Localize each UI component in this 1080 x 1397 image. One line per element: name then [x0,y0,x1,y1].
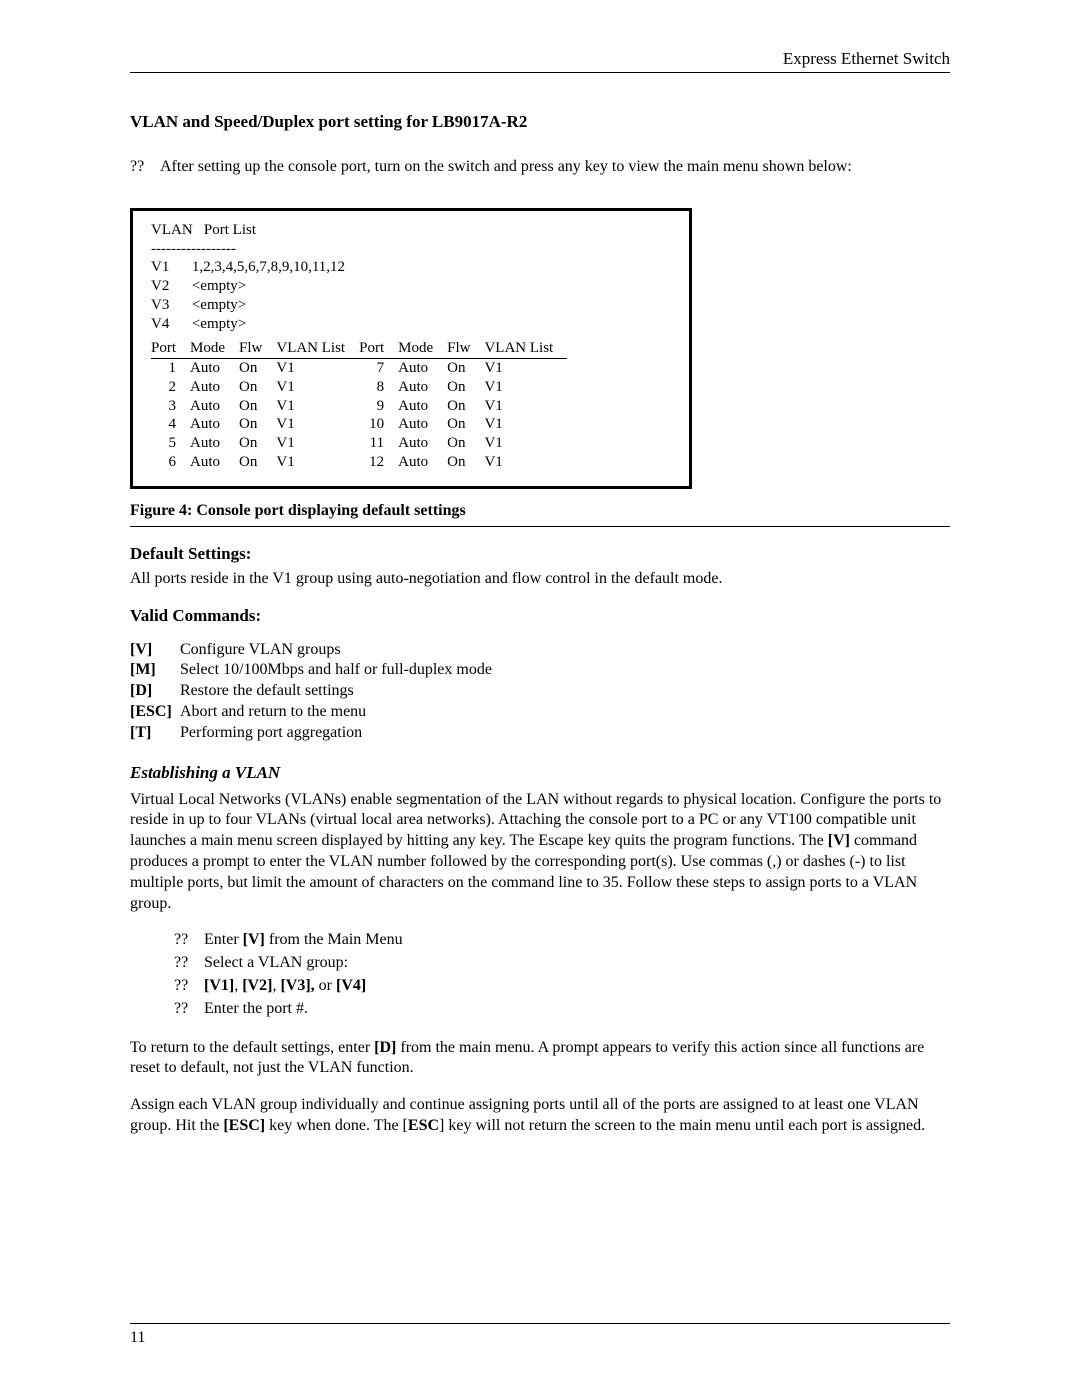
valid-commands-heading: Valid Commands: [130,605,950,627]
page-number: 11 [130,1329,145,1346]
port-table-header: Port [359,339,398,358]
vlan-entry: V3 <empty> [151,296,671,315]
port-table: PortModeFlwVLAN ListPortModeFlwVLAN List… [151,339,567,471]
assign-paragraph: Assign each VLAN group individually and … [130,1095,950,1137]
establishing-vlan-heading: Establishing a VLAN [130,762,950,784]
command-key: [V] [130,640,180,661]
port-table-header: VLAN List [484,339,567,358]
table-row: 6AutoOnV112AutoOnV1 [151,453,567,472]
table-row: 4AutoOnV110AutoOnV1 [151,415,567,434]
port-table-header: Mode [190,339,239,358]
command-item: [ESC]Abort and return to the menu [130,702,950,723]
intro-text: After setting up the console port, turn … [160,157,950,178]
intro-bullet: ?? After setting up the console port, tu… [130,157,950,178]
step-item: ?? Enter [V] from the Main Menu [174,930,950,951]
step-item: ?? Enter the port #. [174,999,950,1020]
port-table-header: Flw [447,339,484,358]
port-table-header: Flw [239,339,276,358]
default-settings-heading: Default Settings: [130,543,950,565]
console-output: VLAN Port List ----------------- V1 1,2,… [130,208,692,489]
command-item: [M]Select 10/100Mbps and half or full-du… [130,660,950,681]
command-item: [D]Restore the default settings [130,681,950,702]
vlan-entry: V2 <empty> [151,277,671,296]
table-row: 2AutoOnV18AutoOnV1 [151,378,567,397]
command-desc: Select 10/100Mbps and half or full-duple… [180,660,492,681]
page-header: Express Ethernet Switch [130,48,950,73]
bullet-marker: ?? [130,157,160,178]
table-row: 3AutoOnV19AutoOnV1 [151,397,567,416]
establishing-vlan-paragraph: Virtual Local Networks (VLANs) enable se… [130,790,950,915]
port-table-header: VLAN List [276,339,359,358]
vlan-list: V1 1,2,3,4,5,6,7,8,9,10,11,12V2 <empty>V… [151,258,671,333]
figure-caption: Figure 4: Console port displaying defaul… [130,501,950,527]
table-row: 1AutoOnV17AutoOnV1 [151,359,567,378]
return-default-paragraph: To return to the default settings, enter… [130,1038,950,1080]
table-row: 5AutoOnV111AutoOnV1 [151,434,567,453]
command-item: [T]Performing port aggregation [130,723,950,744]
steps-list: ?? Enter [V] from the Main Menu ?? Selec… [174,930,950,1019]
command-key: [T] [130,723,180,744]
step-item: ?? Select a VLAN group: [174,953,950,974]
command-desc: Abort and return to the menu [180,702,366,723]
command-key: [D] [130,681,180,702]
page-footer: 11 [130,1323,950,1349]
command-desc: Configure VLAN groups [180,640,341,661]
command-item: [V]Configure VLAN groups [130,640,950,661]
console-vlan-title: VLAN Port List [151,221,671,240]
console-separator: ----------------- [151,240,671,259]
command-key: [M] [130,660,180,681]
command-list: [V]Configure VLAN groups [M]Select 10/10… [130,640,950,744]
command-desc: Restore the default settings [180,681,354,702]
command-desc: Performing port aggregation [180,723,362,744]
vlan-entry: V1 1,2,3,4,5,6,7,8,9,10,11,12 [151,258,671,277]
command-key: [ESC] [130,702,180,723]
default-settings-text: All ports reside in the V1 group using a… [130,569,950,590]
vlan-entry: V4 <empty> [151,315,671,334]
port-table-header: Mode [398,339,447,358]
header-title: Express Ethernet Switch [783,48,950,70]
port-table-header: Port [151,339,190,358]
section-title: VLAN and Speed/Duplex port setting for L… [130,111,950,133]
step-item: ?? [V1], [V2], [V3], or [V4] [174,976,950,997]
